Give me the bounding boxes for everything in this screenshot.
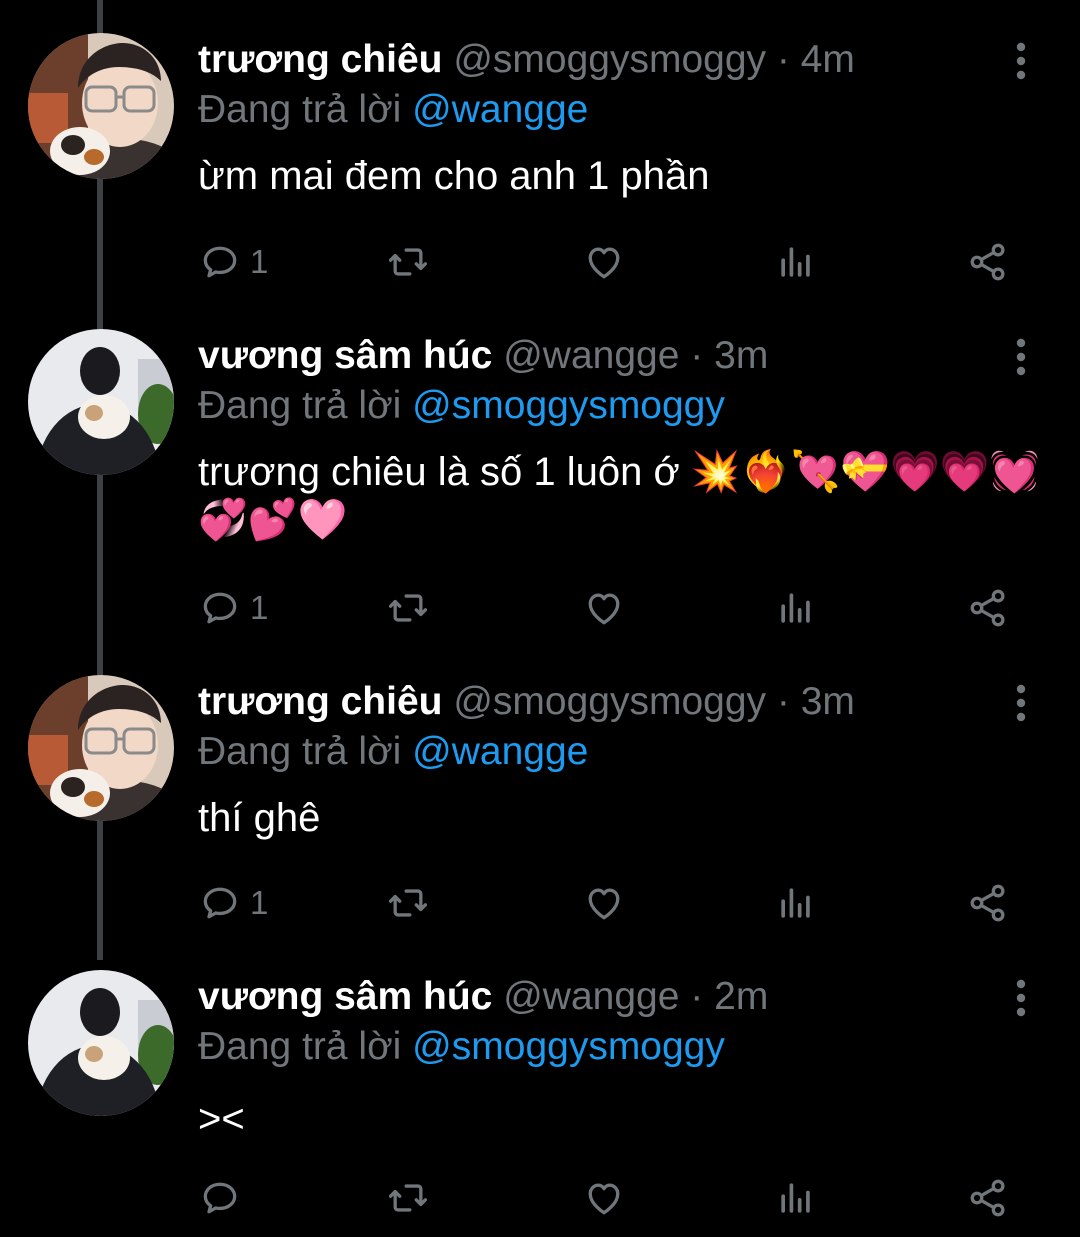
like-button[interactable] xyxy=(582,238,626,286)
more-icon xyxy=(1004,682,1038,724)
display-name[interactable]: vương sâm húc xyxy=(198,975,492,1018)
mention-link[interactable]: @wangge xyxy=(412,730,588,773)
like-icon xyxy=(582,240,626,284)
display-name[interactable]: trương chiêu xyxy=(198,38,442,81)
retweet-button[interactable] xyxy=(386,238,430,286)
retweet-icon xyxy=(386,1176,430,1220)
reply-icon xyxy=(198,586,242,630)
more-icon xyxy=(1004,977,1038,1019)
avatar[interactable] xyxy=(28,970,174,1116)
more-icon xyxy=(1004,336,1038,378)
reply-count: 1 xyxy=(250,589,269,626)
more-options-button[interactable] xyxy=(1004,336,1038,378)
more-options-button[interactable] xyxy=(1004,977,1038,1019)
share-icon xyxy=(966,240,1010,284)
tweet-text: ừm mai đem cho anh 1 phần xyxy=(198,154,710,198)
share-button[interactable] xyxy=(966,584,1010,632)
reply-button[interactable]: 1 xyxy=(198,879,268,927)
tweet-text: >< xyxy=(198,1097,245,1141)
avatar[interactable] xyxy=(28,33,174,179)
separator-dot: · xyxy=(690,975,704,1018)
user-handle[interactable]: @wangge xyxy=(503,334,679,377)
views-button[interactable] xyxy=(774,1174,818,1222)
reply-count: 1 xyxy=(250,884,269,921)
tweet-actions: 1 xyxy=(198,584,1028,632)
user-handle[interactable]: @smoggysmoggy xyxy=(453,680,766,723)
views-button[interactable] xyxy=(774,879,818,927)
replying-label: Đang trả lời xyxy=(198,730,402,773)
replying-label: Đang trả lời xyxy=(198,88,402,131)
tweet-actions: 1 xyxy=(198,879,1028,927)
like-icon xyxy=(582,881,626,925)
like-button[interactable] xyxy=(582,584,626,632)
reply-icon xyxy=(198,1176,242,1220)
views-icon xyxy=(774,240,818,284)
user-handle[interactable]: @wangge xyxy=(503,975,679,1018)
views-icon xyxy=(774,586,818,630)
retweet-button[interactable] xyxy=(386,584,430,632)
like-icon xyxy=(582,1176,626,1220)
reply-icon xyxy=(198,881,242,925)
tweet-header: trương chiêu @smoggysmoggy · 3m xyxy=(198,678,855,726)
reply-count: 1 xyxy=(250,243,269,280)
avatar[interactable] xyxy=(28,675,174,821)
tweet-header: vương sâm húc @wangge · 3m xyxy=(198,332,768,380)
separator-dot: · xyxy=(776,38,790,81)
retweet-icon xyxy=(386,586,430,630)
like-button[interactable] xyxy=(582,1174,626,1222)
avatar[interactable] xyxy=(28,329,174,475)
views-button[interactable] xyxy=(774,584,818,632)
views-icon xyxy=(774,1176,818,1220)
timestamp[interactable]: 3m xyxy=(714,334,768,377)
share-button[interactable] xyxy=(966,238,1010,286)
reply-button[interactable]: 1 xyxy=(198,584,268,632)
timestamp[interactable]: 4m xyxy=(801,38,855,81)
timestamp[interactable]: 3m xyxy=(801,680,855,723)
views-button[interactable] xyxy=(774,238,818,286)
replying-to: Đang trả lời @wangge xyxy=(198,728,588,776)
retweet-button[interactable] xyxy=(386,1174,430,1222)
tweet-text: thí ghê xyxy=(198,796,321,840)
tweet-text: trương chiêu là số 1 luôn ớ 💥❤️‍🔥💘💝💗💗💓💞💕… xyxy=(198,450,1040,542)
replying-to: Đang trả lời @smoggysmoggy xyxy=(198,1023,725,1071)
reply-icon xyxy=(198,240,242,284)
replying-label: Đang trả lời xyxy=(198,1025,402,1068)
mention-link[interactable]: @smoggysmoggy xyxy=(412,1025,725,1068)
replying-to: Đang trả lời @wangge xyxy=(198,86,588,134)
more-icon xyxy=(1004,40,1038,82)
replying-label: Đang trả lời xyxy=(198,384,402,427)
views-icon xyxy=(774,881,818,925)
tweet-header: vương sâm húc @wangge · 2m xyxy=(198,973,768,1021)
share-icon xyxy=(966,586,1010,630)
display-name[interactable]: trương chiêu xyxy=(198,680,442,723)
share-button[interactable] xyxy=(966,879,1010,927)
more-options-button[interactable] xyxy=(1004,40,1038,82)
reply-button[interactable] xyxy=(198,1174,250,1222)
mention-link[interactable]: @smoggysmoggy xyxy=(412,384,725,427)
tweet-actions xyxy=(198,1174,1028,1222)
tweet-actions: 1 xyxy=(198,238,1028,286)
display-name[interactable]: vương sâm húc xyxy=(198,334,492,377)
like-button[interactable] xyxy=(582,879,626,927)
timestamp[interactable]: 2m xyxy=(714,975,768,1018)
mention-link[interactable]: @wangge xyxy=(412,88,588,131)
replying-to: Đang trả lời @smoggysmoggy xyxy=(198,382,725,430)
user-handle[interactable]: @smoggysmoggy xyxy=(453,38,766,81)
reply-button[interactable]: 1 xyxy=(198,238,268,286)
share-icon xyxy=(966,881,1010,925)
retweet-icon xyxy=(386,240,430,284)
retweet-icon xyxy=(386,881,430,925)
share-icon xyxy=(966,1176,1010,1220)
separator-dot: · xyxy=(776,680,790,723)
more-options-button[interactable] xyxy=(1004,682,1038,724)
separator-dot: · xyxy=(690,334,704,377)
tweet[interactable]: vương sâm húc @wangge · 3m Đang trả lời … xyxy=(0,296,1080,596)
tweet-header: trương chiêu @smoggysmoggy · 4m xyxy=(198,36,855,84)
retweet-button[interactable] xyxy=(386,879,430,927)
share-button[interactable] xyxy=(966,1174,1010,1222)
like-icon xyxy=(582,586,626,630)
